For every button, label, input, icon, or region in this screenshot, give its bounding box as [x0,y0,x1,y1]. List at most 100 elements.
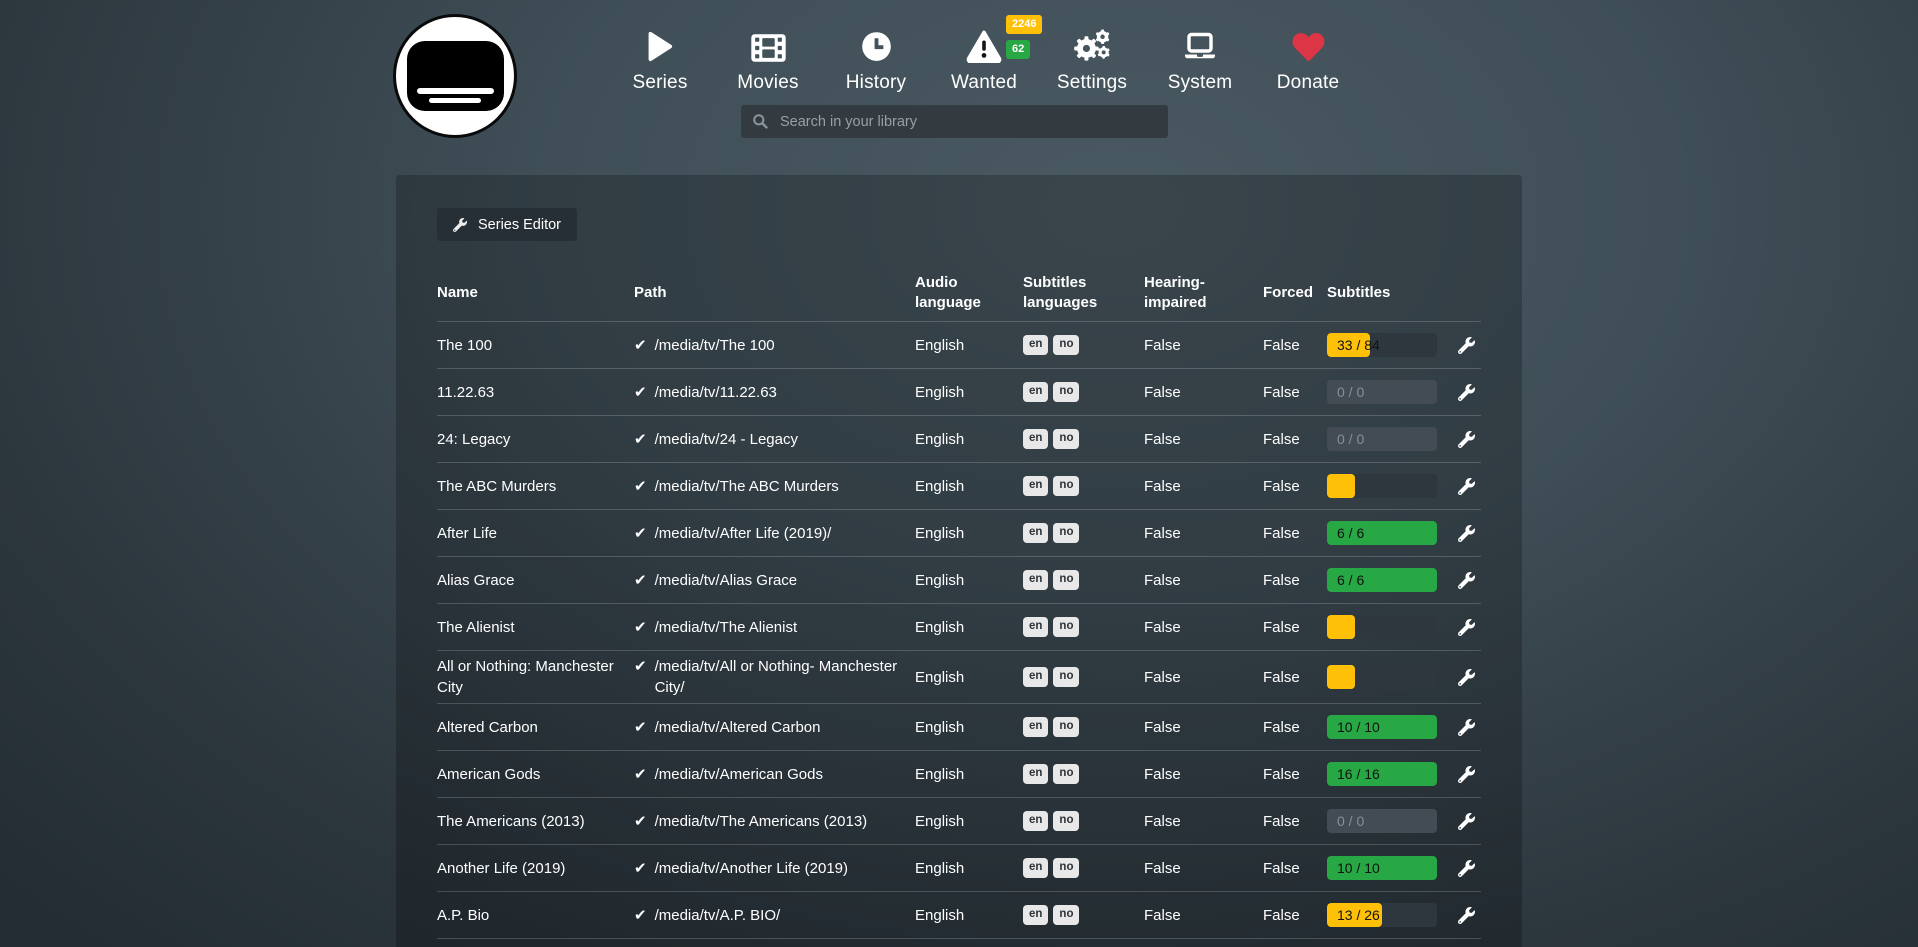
series-name: Altered Carbon [437,717,634,738]
header-subtitles-languages: Subtitles languages [1023,273,1144,313]
language-badge: en [1023,570,1048,590]
check-icon: ✔ [634,764,647,785]
language-badge: no [1053,617,1079,637]
subtitles-progress [1327,665,1437,689]
edit-series-button[interactable] [1454,474,1479,499]
hearing-impaired-value: False [1144,429,1263,450]
language-badge: no [1053,382,1079,402]
audio-language: English [915,717,1023,738]
series-path: ✔ /media/tv/The Alienist [634,617,915,638]
edit-series-button[interactable] [1454,615,1479,640]
audio-language: English [915,617,1023,638]
subtitles-languages: enno [1023,764,1144,784]
hearing-impaired-value: False [1144,617,1263,638]
subtitles-progress [1327,615,1437,639]
nav-item-donate[interactable]: Donate [1254,22,1362,94]
hearing-impaired-value: False [1144,382,1263,403]
series-path: ✔ /media/tv/The 100 [634,335,915,356]
edit-series-button[interactable] [1454,856,1479,881]
edit-series-button[interactable] [1454,427,1479,452]
table-row: The ABC Murders ✔ /media/tv/The ABC Murd… [437,463,1481,510]
wanted-count-badge-series: 2246 [1006,15,1042,34]
table-row: The Americans (2013) ✔ /media/tv/The Ame… [437,798,1481,845]
nav-label: Wanted [930,72,1038,94]
series-path-text: /media/tv/After Life (2019)/ [655,523,832,544]
language-badge: en [1023,382,1048,402]
language-badge: en [1023,905,1048,925]
language-badge: en [1023,764,1048,784]
edit-series-button[interactable] [1454,568,1479,593]
header-name: Name [437,283,634,303]
subtitles-languages: enno [1023,617,1144,637]
edit-series-button[interactable] [1454,665,1479,690]
language-badge: no [1053,429,1079,449]
nav-item-wanted[interactable]: 2246 62 Wanted [930,22,1038,94]
nav-label: Series [606,72,714,94]
subtitles-progress-label: 6 / 6 [1337,521,1364,545]
edit-series-button[interactable] [1454,333,1479,358]
subtitles-languages: enno [1023,717,1144,737]
language-badge: no [1053,858,1079,878]
wanted-badges: 2246 62 [1006,15,1042,59]
laptop-icon [1181,31,1219,68]
subtitles-progress: 0 / 0 [1327,809,1437,833]
app-logo[interactable] [393,14,517,138]
nav-label: History [822,72,930,94]
gears-icon [1072,25,1112,68]
subtitles-progress-fill [1327,474,1355,498]
audio-language: English [915,335,1023,356]
audio-language: English [915,764,1023,785]
content-panel: Series Editor Name Path Audio language S… [396,175,1522,947]
series-path-text: /media/tv/24 - Legacy [655,429,798,450]
nav-item-history[interactable]: History [822,22,930,94]
language-badge: en [1023,667,1048,687]
search-input[interactable] [778,113,1157,131]
search-icon [752,113,769,130]
forced-value: False [1263,523,1327,544]
subtitles-progress: 10 / 10 [1327,715,1437,739]
language-badge: en [1023,858,1048,878]
language-badge: en [1023,476,1048,496]
edit-series-button[interactable] [1454,903,1479,928]
header-hearing-impaired: Hearing-impaired [1144,273,1263,313]
series-path: ✔ /media/tv/Altered Carbon [634,717,915,738]
forced-value: False [1263,617,1327,638]
edit-series-button[interactable] [1454,809,1479,834]
language-badge: no [1053,476,1079,496]
forced-value: False [1263,382,1327,403]
hearing-impaired-value: False [1144,476,1263,497]
check-icon: ✔ [634,382,647,403]
forced-value: False [1263,811,1327,832]
language-badge: en [1023,811,1048,831]
header-subtitles: Subtitles [1327,283,1451,303]
audio-language: English [915,905,1023,926]
wrench-icon [1458,572,1475,589]
series-name: 24: Legacy [437,429,634,450]
edit-series-button[interactable] [1454,380,1479,405]
table-row: All or Nothing: Manchester City ✔ /media… [437,651,1481,704]
subtitles-progress-fill [1327,665,1355,689]
language-badge: no [1053,905,1079,925]
audio-language: English [915,570,1023,591]
series-path-text: /media/tv/Altered Carbon [655,717,821,738]
nav-item-series[interactable]: Series [606,22,714,94]
nav-item-movies[interactable]: Movies [714,22,822,94]
check-icon: ✔ [634,429,647,450]
forced-value: False [1263,717,1327,738]
series-table-header: Name Path Audio language Subtitles langu… [437,271,1481,322]
hearing-impaired-value: False [1144,764,1263,785]
series-editor-button[interactable]: Series Editor [437,208,577,241]
nav-item-system[interactable]: System [1146,22,1254,94]
edit-series-button[interactable] [1454,715,1479,740]
edit-series-button[interactable] [1454,521,1479,546]
language-badge: en [1023,523,1048,543]
edit-series-button[interactable] [1454,762,1479,787]
series-name: Another Life (2019) [437,858,634,879]
series-path-text: /media/tv/The Alienist [655,617,798,638]
subtitles-progress-label: 0 / 0 [1337,427,1364,451]
table-row: Altered Carbon ✔ /media/tv/Altered Carbo… [437,704,1481,751]
series-name: The ABC Murders [437,476,634,497]
nav-item-settings[interactable]: Settings [1038,22,1146,94]
wrench-icon [1458,669,1475,686]
table-row: American Gods ✔ /media/tv/American Gods … [437,751,1481,798]
